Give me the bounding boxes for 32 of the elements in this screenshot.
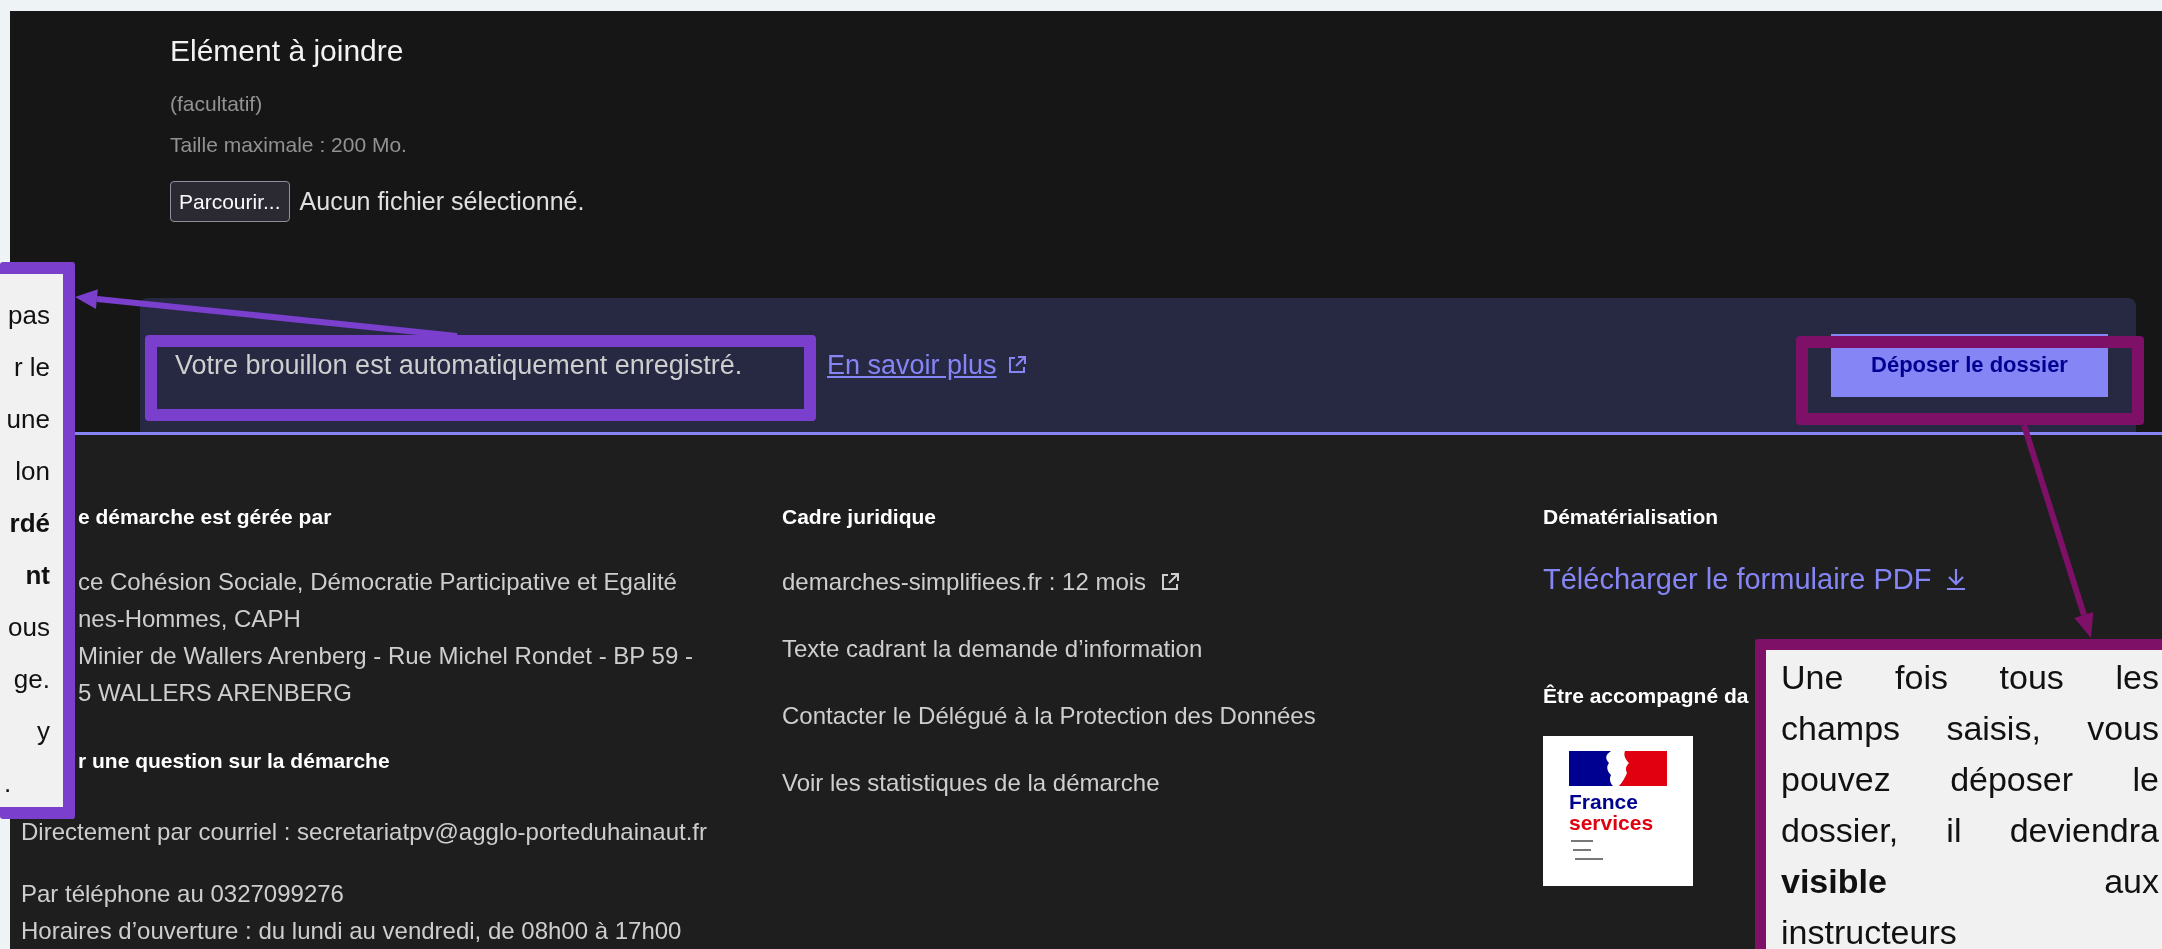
browse-button[interactable]: Parcourir... [170, 181, 290, 222]
external-link-icon [1006, 355, 1027, 376]
footer-link[interactable]: Texte cadrant la demande d’information [782, 635, 1203, 663]
footer-link[interactable]: Contacter le Délégué à la Protection des Données [782, 702, 1316, 730]
logo-text: services [1569, 812, 1654, 833]
download-icon [1945, 567, 1968, 591]
callout-text: pas r le une lon rdé nt ous ge. y . [3, 299, 51, 800]
address-line: nes-Hommes, CAPH [78, 604, 301, 634]
optional-hint: (facultatif) [170, 91, 263, 117]
section-heading: Être accompagné da [1543, 684, 1749, 708]
external-link-icon [1160, 572, 1181, 592]
logo-text: France [1569, 791, 1638, 812]
footer-link[interactable]: demarches-simplifiees.fr : 12 mois [782, 568, 1181, 596]
address-line: 5 WALLERS ARENBERG [78, 678, 352, 708]
section-heading: Cadre juridique [782, 505, 937, 529]
section-heading: Dématérialisation [1543, 505, 1719, 529]
footer-link[interactable]: Voir les statistiques de la démarche [782, 769, 1160, 797]
callout-text: Une fois tous les champs saisis, vous pouvez déposer le dossier, il deviendra visible aux instructeurs [1780, 657, 2159, 949]
draft-message: Votre brouillon est automatiquement enregistré. [175, 349, 744, 381]
address-line: Minier de Wallers Arenberg - Rue Michel Rondet - BP 59 - [78, 641, 693, 671]
opening-hours: Horaires d’ouverture : du lundi au vendredi, de 08h00 à 17h00 [21, 916, 682, 946]
address-line: ce Cohésion Sociale, Démocratie Participative et Egalité [78, 567, 677, 597]
section-heading: e démarche est gérée par [78, 505, 332, 529]
size-hint: Taille maximale : 200 Mo. [170, 132, 407, 158]
flag-icon [1569, 751, 1667, 786]
email-contact: Directement par courriel : secretariatpv@agglo-porteduhainaut.fr [21, 817, 708, 847]
learn-more-link[interactable]: En savoir plus [827, 349, 1027, 381]
phone-contact: Par téléphone au 0327099276 [21, 879, 344, 909]
download-link[interactable]: Télécharger le formulaire PDF [1543, 562, 1968, 596]
file-status: Aucun fichier sélectionné. [299, 187, 585, 216]
section-heading: r une question sur la démarche [78, 749, 390, 773]
field-title: Elément à joindre [170, 34, 404, 68]
